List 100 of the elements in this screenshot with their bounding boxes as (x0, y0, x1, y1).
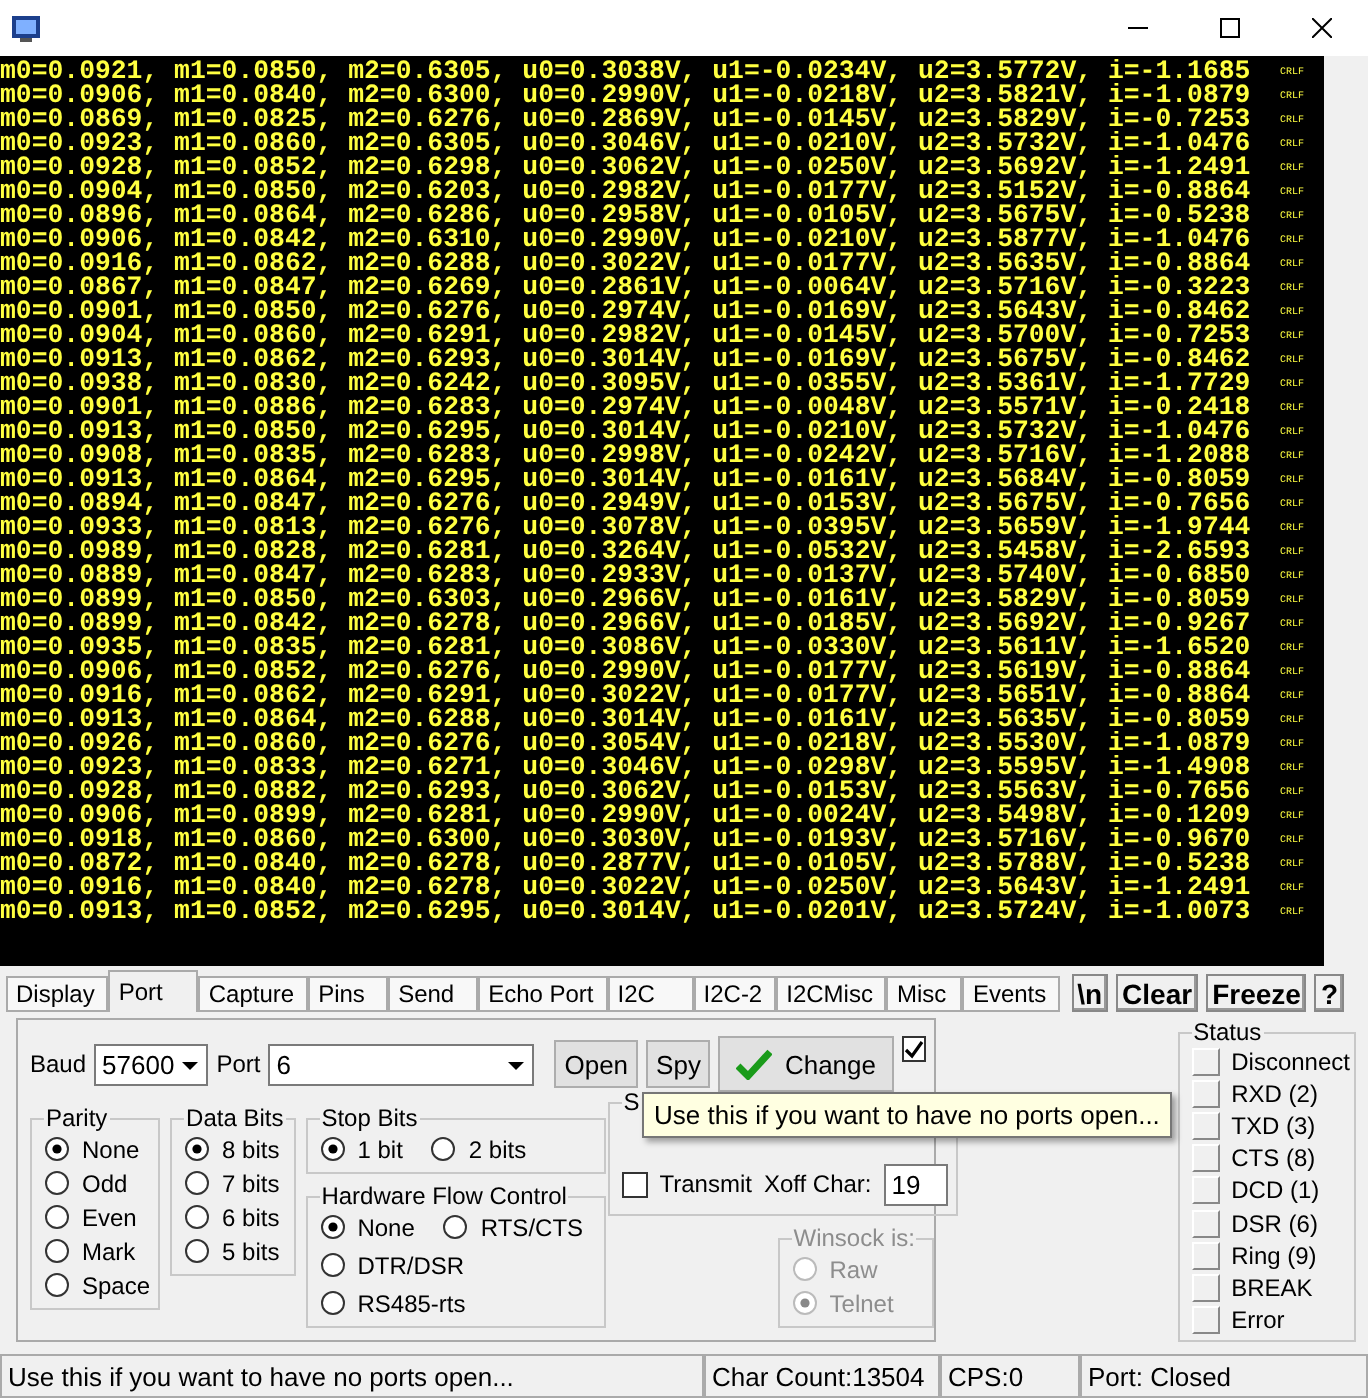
radio-button[interactable] (44, 1170, 70, 1196)
radio-button[interactable] (184, 1170, 211, 1196)
option-label: RTS/CTS (480, 1213, 584, 1241)
radio-button[interactable] (184, 1136, 211, 1162)
maximize-icon[interactable] (1220, 18, 1240, 38)
tab[interactable]: Display (6, 976, 109, 1012)
xoff-field[interactable]: 19 (883, 1163, 948, 1205)
terminal-line: m0=0.0913, m1=0.0864, m2=0.6295, u0=0.3014V, u1=-0.0161V, u2=3.5684V, i=-0.8059 (0, 468, 1253, 492)
tab[interactable]: Capture (198, 976, 309, 1012)
option-label: 7 bits (222, 1169, 280, 1197)
option-label: Odd (82, 1169, 128, 1197)
group-title: Winsock is: (791, 1224, 917, 1252)
close-icon[interactable] (1312, 18, 1332, 38)
status-label: RXD (2) (1231, 1079, 1318, 1108)
radio-button[interactable] (44, 1238, 70, 1264)
baud-select[interactable]: 57600 (94, 1043, 209, 1085)
terminal-line: m0=0.0913, m1=0.0852, m2=0.6295, u0=0.3014V, u1=-0.0201V, u2=3.5724V, i=-1.0073 (0, 900, 1253, 924)
terminal-line: m0=0.0989, m1=0.0828, m2=0.6281, u0=0.3264V, u1=-0.0532V, u2=3.5458V, i=-2.6593 (0, 540, 1253, 564)
radio-button[interactable] (44, 1136, 70, 1162)
toolbar-button[interactable]: Clear (1116, 974, 1199, 1012)
status-label: Disconnect (1231, 1047, 1350, 1076)
terminal-line: m0=0.0889, m1=0.0847, m2=0.6283, u0=0.2933V, u1=-0.0137V, u2=3.5740V, i=-0.6850 (0, 564, 1253, 588)
status-label: BREAK (1231, 1274, 1313, 1303)
char-count: Char Count:13504 (704, 1356, 940, 1398)
radio-button[interactable] (319, 1136, 346, 1162)
terminal-line: m0=0.0896, m1=0.0864, m2=0.6286, u0=0.2958V, u1=-0.0105V, u2=3.5675V, i=-0.5238 (0, 204, 1253, 228)
group-title: Status (1191, 1018, 1264, 1046)
terminal-line: m0=0.0923, m1=0.0833, m2=0.6271, u0=0.3046V, u1=-0.0298V, u2=3.5595V, i=-1.4908 (0, 756, 1253, 780)
terminal-line: m0=0.0921, m1=0.0850, m2=0.6305, u0=0.3038V, u1=-0.0234V, u2=3.5772V, i=-1.1685 (0, 60, 1253, 84)
terminal-line: m0=0.0933, m1=0.0813, m2=0.6276, u0=0.3078V, u1=-0.0395V, u2=3.5659V, i=-1.9744 (0, 516, 1253, 540)
option-label: Telnet (829, 1289, 894, 1317)
radio-button[interactable] (430, 1136, 457, 1162)
option-label: 6 bits (222, 1203, 280, 1231)
open-button[interactable]: Open (554, 1040, 639, 1088)
option-label: Mark (82, 1237, 136, 1265)
option-label: 8 bits (222, 1135, 280, 1163)
tab[interactable]: I2C-2 (693, 976, 777, 1012)
radio-button[interactable] (184, 1204, 211, 1230)
toolbar-button[interactable]: Freeze (1206, 974, 1307, 1012)
radio-button[interactable] (44, 1204, 70, 1230)
option-label: Raw (829, 1255, 878, 1283)
tooltip: Use this if you want to have no ports open... (642, 1092, 1172, 1138)
status-label: DCD (1) (1231, 1176, 1320, 1205)
transmit-label: Transmit (659, 1170, 752, 1198)
terminal-line: m0=0.0938, m1=0.0830, m2=0.6242, u0=0.3095V, u1=-0.0355V, u2=3.5361V, i=-1.7729 (0, 372, 1253, 396)
terminal-line: m0=0.0923, m1=0.0860, m2=0.6305, u0=0.3046V, u1=-0.0210V, u2=3.5732V, i=-1.0476 (0, 132, 1253, 156)
group-title: Data Bits (184, 1104, 286, 1132)
tab[interactable]: I2C (607, 976, 694, 1012)
checkbox[interactable] (621, 1171, 648, 1197)
baud-label: Baud (30, 1050, 87, 1078)
port-label: Port (216, 1050, 261, 1078)
status-label: Ring (9) (1231, 1241, 1317, 1270)
tab[interactable]: Port (108, 970, 199, 1012)
group-title: Stop Bits (319, 1104, 420, 1132)
radio-button[interactable] (184, 1238, 211, 1264)
radio-button[interactable] (442, 1214, 469, 1240)
terminal-line: m0=0.0913, m1=0.0850, m2=0.6295, u0=0.3014V, u1=-0.0210V, u2=3.5732V, i=-1.0476 (0, 420, 1253, 444)
terminal-line: m0=0.0916, m1=0.0862, m2=0.6288, u0=0.3022V, u1=-0.0177V, u2=3.5635V, i=-0.8864 (0, 252, 1253, 276)
terminal-line: m0=0.0904, m1=0.0850, m2=0.6203, u0=0.2982V, u1=-0.0177V, u2=3.5152V, i=-0.8864 (0, 180, 1253, 204)
option-label: DTR/DSR (357, 1251, 465, 1279)
radio-button[interactable] (319, 1252, 346, 1278)
port-select[interactable]: 6 (268, 1043, 535, 1085)
terminal-line: m0=0.0916, m1=0.0840, m2=0.6278, u0=0.3022V, u1=-0.0250V, u2=3.5643V, i=-1.2491 (0, 876, 1253, 900)
spy-button[interactable]: Spy (646, 1040, 711, 1088)
radio-button[interactable] (319, 1214, 346, 1240)
port-status: Port: Closed (1080, 1356, 1368, 1398)
terminal-line: m0=0.0867, m1=0.0847, m2=0.6269, u0=0.2861V, u1=-0.0064V, u2=3.5716V, i=-0.3223 (0, 276, 1253, 300)
tab[interactable]: Echo Port (478, 976, 608, 1012)
radio-button[interactable] (44, 1272, 70, 1298)
terminal-line: m0=0.0869, m1=0.0825, m2=0.6276, u0=0.2869V, u1=-0.0145V, u2=3.5829V, i=-0.7253 (0, 108, 1253, 132)
tab[interactable]: I2CMisc (776, 976, 887, 1012)
toolbar-button[interactable]: \n (1071, 974, 1109, 1012)
option-label: 5 bits (222, 1237, 280, 1265)
tab[interactable]: Misc (886, 976, 963, 1012)
tab[interactable]: Pins (308, 976, 389, 1012)
option-label: Even (82, 1203, 137, 1231)
cps-readout: CPS:0 (940, 1356, 1080, 1398)
group-title: Parity (44, 1104, 110, 1132)
radio-button[interactable] (319, 1290, 346, 1316)
toolbar-button[interactable]: ? (1314, 974, 1344, 1012)
change-button[interactable]: Change (718, 1036, 894, 1092)
terminal-line: m0=0.0872, m1=0.0840, m2=0.6278, u0=0.2877V, u1=-0.0105V, u2=3.5788V, i=-0.5238 (0, 852, 1253, 876)
terminal-line: m0=0.0935, m1=0.0835, m2=0.6281, u0=0.3086V, u1=-0.0330V, u2=3.5611V, i=-1.6520 (0, 636, 1253, 660)
tab[interactable]: Send (388, 976, 479, 1012)
status-label: TXD (3) (1231, 1112, 1316, 1141)
checkbox[interactable] (902, 1036, 926, 1062)
terminal-line: m0=0.0926, m1=0.0860, m2=0.6276, u0=0.3054V, u1=-0.0218V, u2=3.5530V, i=-1.0879 (0, 732, 1253, 756)
option-label: RS485-rts (357, 1289, 466, 1317)
terminal-line: m0=0.0928, m1=0.0882, m2=0.6293, u0=0.3062V, u1=-0.0153V, u2=3.5563V, i=-0.7656 (0, 780, 1253, 804)
tab[interactable]: Events (962, 976, 1061, 1012)
terminal-line: m0=0.0901, m1=0.0850, m2=0.6276, u0=0.2974V, u1=-0.0169V, u2=3.5643V, i=-0.8462 (0, 300, 1253, 324)
terminal-line: m0=0.0928, m1=0.0852, m2=0.6298, u0=0.3062V, u1=-0.0250V, u2=3.5692V, i=-1.2491 (0, 156, 1253, 180)
group-title: Hardware Flow Control (319, 1182, 569, 1210)
terminal-line: m0=0.0906, m1=0.0842, m2=0.6310, u0=0.2990V, u1=-0.0210V, u2=3.5877V, i=-1.0476 (0, 228, 1253, 252)
terminal-line: m0=0.0913, m1=0.0864, m2=0.6288, u0=0.3014V, u1=-0.0161V, u2=3.5635V, i=-0.8059 (0, 708, 1253, 732)
status-label: DSR (6) (1231, 1209, 1318, 1238)
status-label: CTS (8) (1231, 1144, 1316, 1173)
xoff-label: Xoff Char: (763, 1170, 872, 1198)
option-label: None (357, 1213, 415, 1241)
check-icon (736, 1048, 773, 1080)
